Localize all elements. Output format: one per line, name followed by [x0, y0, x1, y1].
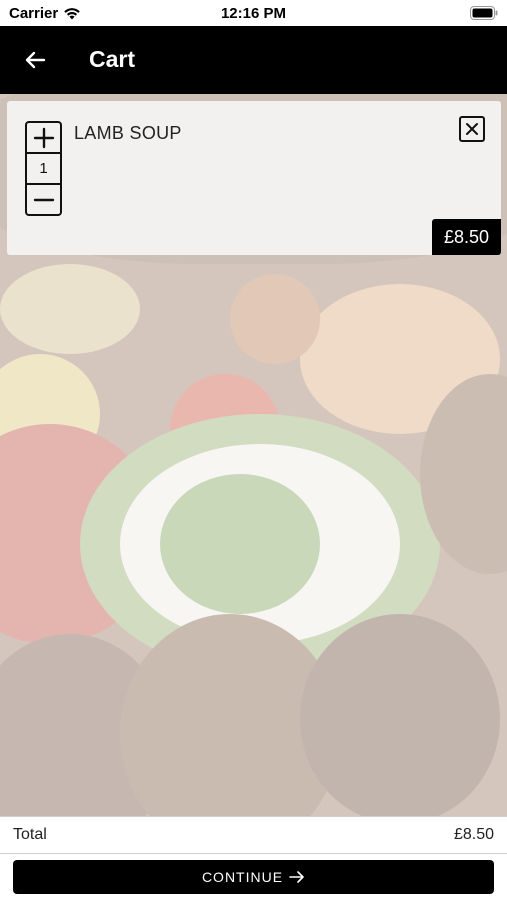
continue-label: CONTINUE	[201, 869, 284, 885]
total-label: Total	[13, 826, 47, 843]
total-row: Total £8.50	[0, 816, 507, 854]
item-price-badge: £8.50	[431, 219, 501, 255]
minus-icon	[33, 198, 54, 201]
back-button[interactable]	[18, 44, 52, 76]
cart-screen: Carrier 12:16 PM Cart 1 LAMB SOUP £8.50 …	[0, 0, 507, 900]
status-bar: Carrier 12:16 PM	[0, 0, 507, 26]
total-value: £8.50	[453, 826, 494, 843]
nav-bar: Cart	[0, 26, 507, 94]
continue-button[interactable]: CONTINUE	[13, 860, 494, 894]
status-time: 12:16 PM	[220, 5, 287, 22]
battery-icon	[470, 6, 498, 20]
increment-button[interactable]	[27, 123, 60, 152]
item-name: LAMB SOUP	[74, 123, 182, 143]
quantity-stepper: 1	[25, 121, 62, 216]
quantity-value: 1	[27, 152, 60, 185]
decrement-button[interactable]	[27, 185, 60, 214]
arrow-left-icon	[25, 51, 46, 69]
plus-icon	[33, 127, 54, 148]
arrow-right-icon	[289, 871, 304, 883]
remove-item-button[interactable]	[459, 116, 485, 142]
cart-item-card: 1 LAMB SOUP £8.50	[7, 101, 501, 255]
cart-footer: Total £8.50 CONTINUE	[0, 816, 507, 900]
page-title: Cart	[89, 46, 136, 72]
close-icon	[466, 123, 478, 135]
